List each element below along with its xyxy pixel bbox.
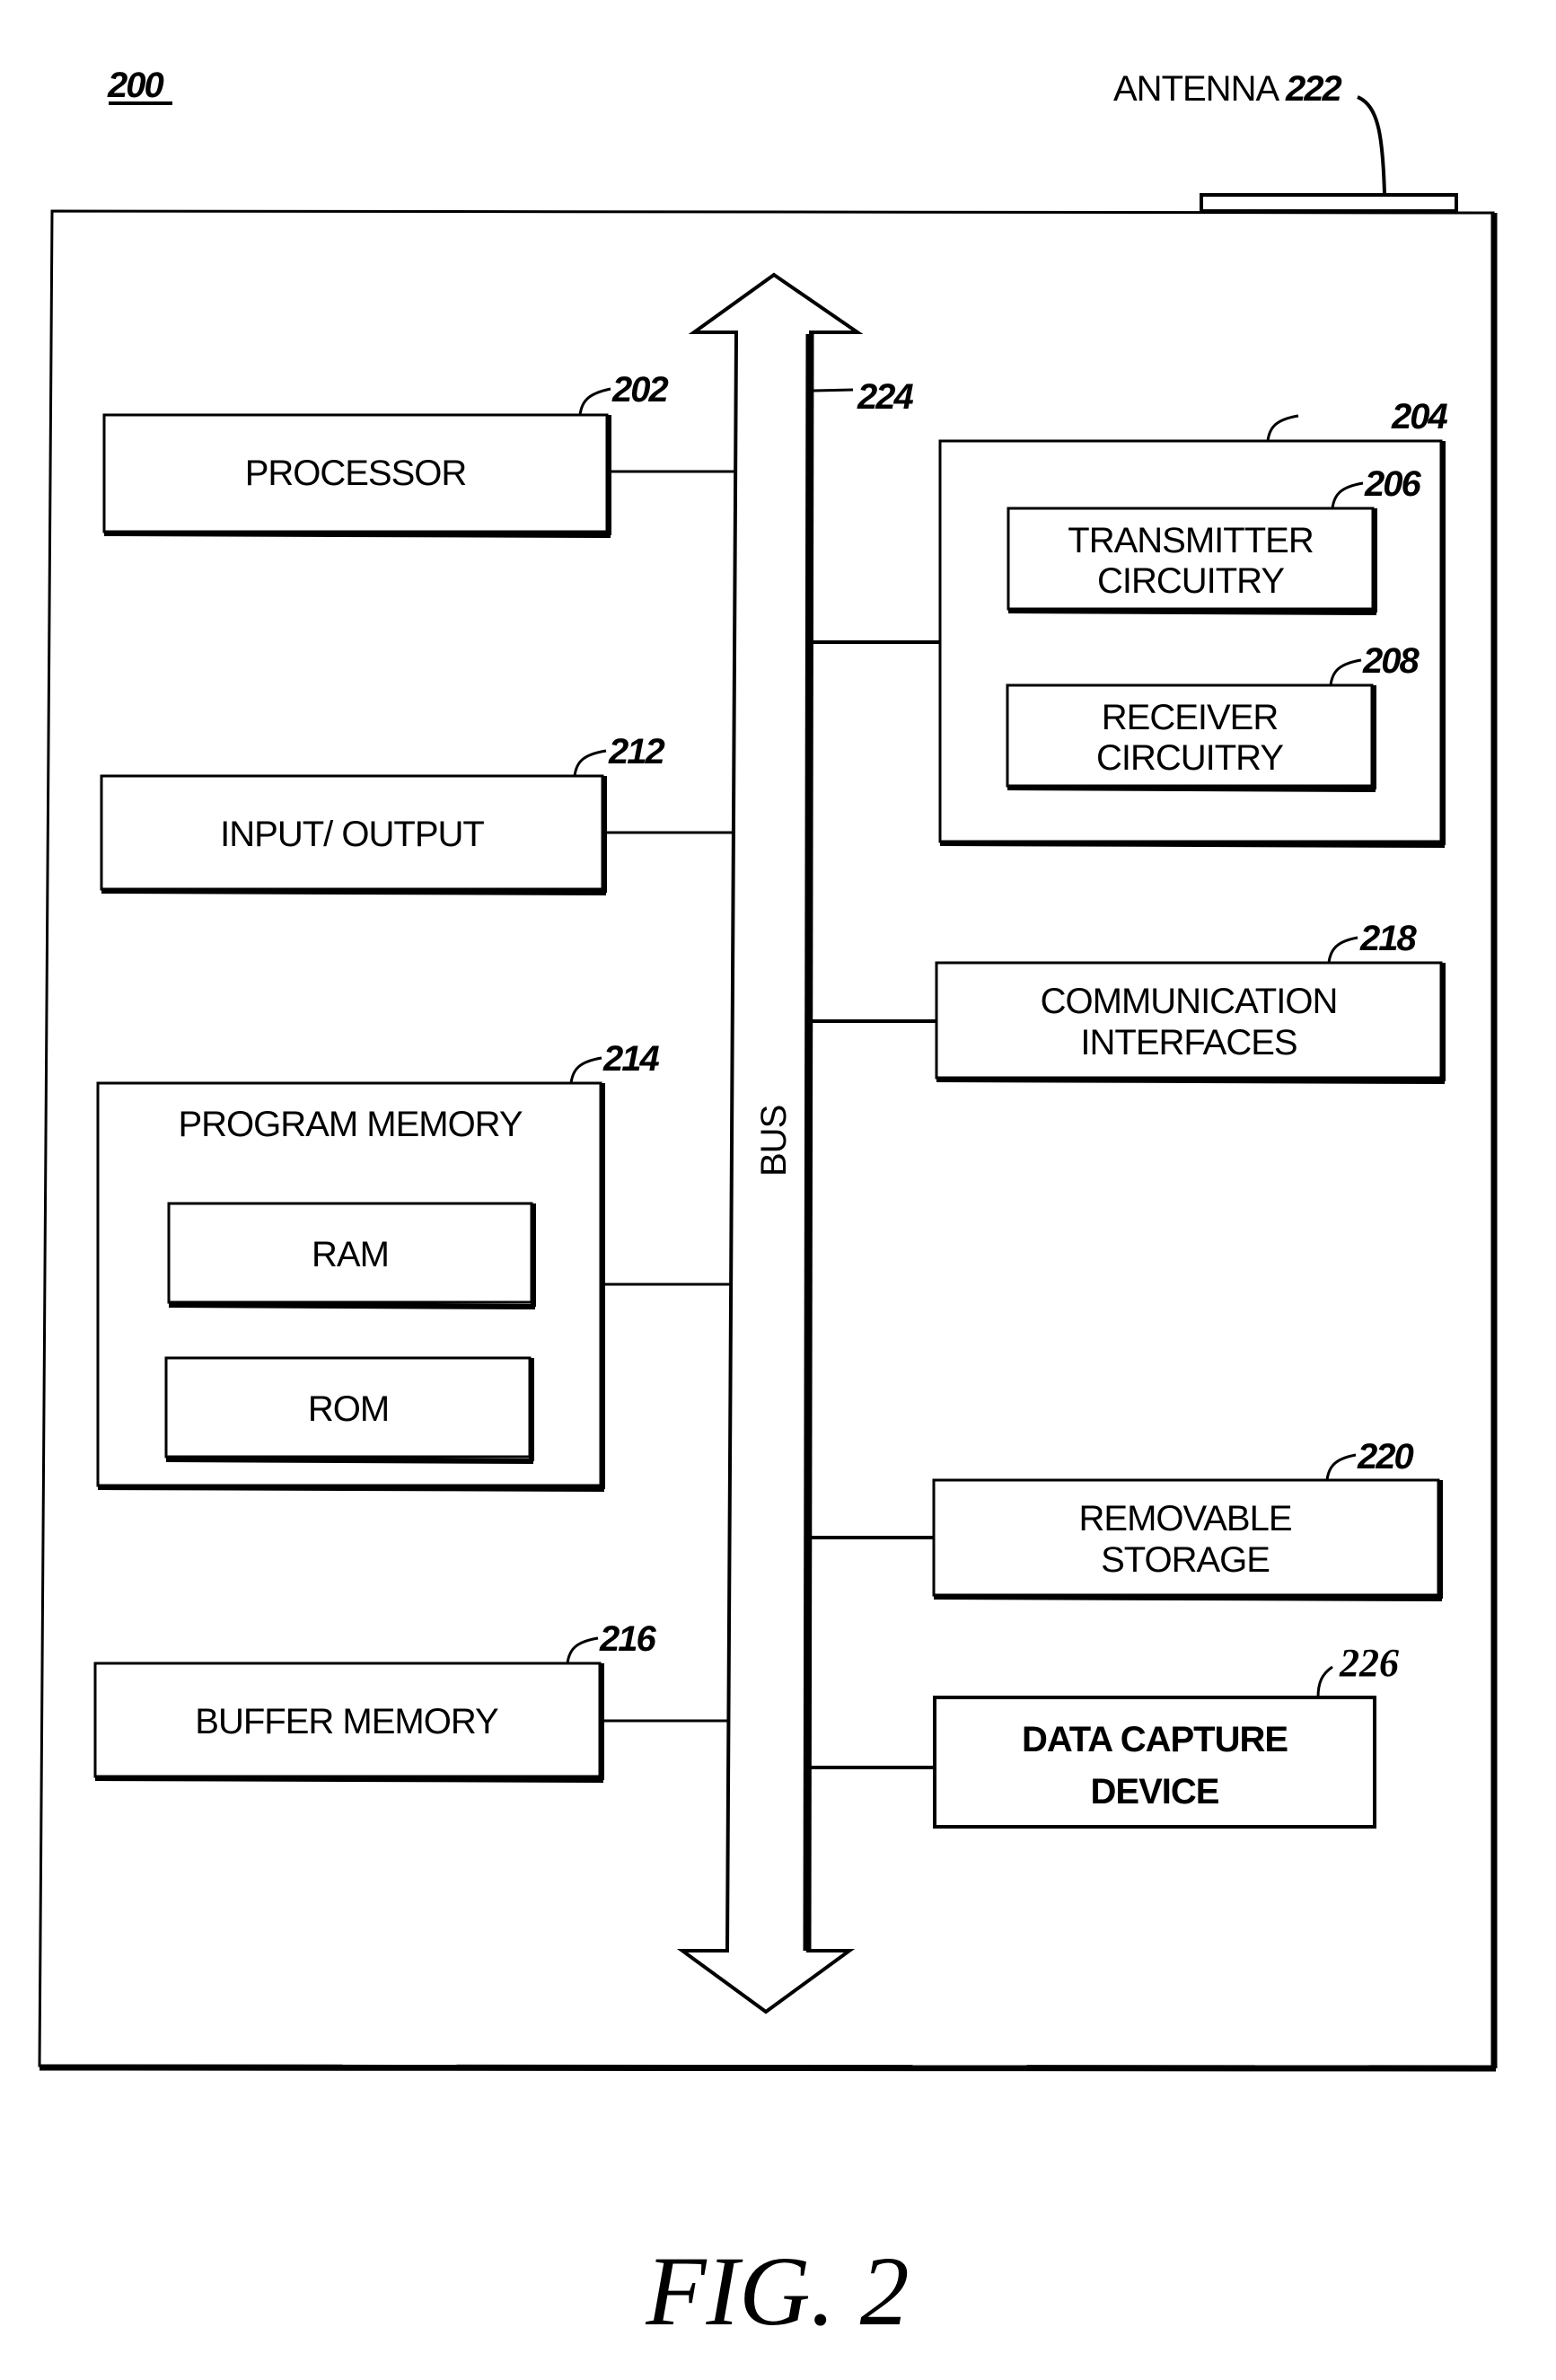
processor-block: PROCESSOR 202 bbox=[102, 370, 736, 538]
transceiver-leader bbox=[1266, 414, 1299, 442]
receiver-ref: 208 bbox=[1362, 641, 1420, 681]
receiver-label-line1: RECEIVER bbox=[1102, 698, 1279, 737]
bus-ref-callout: 224 bbox=[813, 377, 915, 417]
antenna-label: ANTENNA bbox=[1113, 69, 1279, 109]
input-output-leader bbox=[573, 749, 607, 777]
receiver-label-line2: CIRCUITRY bbox=[1096, 738, 1283, 778]
ram-label: RAM bbox=[312, 1235, 389, 1274]
data-capture-device-block: DATA CAPTURE DEVICE 226 bbox=[808, 1641, 1399, 1829]
program-memory-leader bbox=[569, 1056, 602, 1084]
data-capture-device-ref: 226 bbox=[1339, 1641, 1399, 1685]
program-memory-label: PROGRAM MEMORY bbox=[178, 1105, 522, 1144]
data-capture-device-leader bbox=[1316, 1665, 1333, 1698]
bus-arrow: BUS bbox=[676, 272, 864, 2014]
antenna-element bbox=[1200, 193, 1458, 213]
transceiver-block: 204 TRANSMITTER CIRCUITRY 206 RECEIVER C… bbox=[811, 397, 1449, 848]
input-output-block: INPUT/ OUTPUT 212 bbox=[100, 732, 734, 895]
ram-block: RAM bbox=[167, 1202, 536, 1309]
antenna-callout: ANTENNA 222 bbox=[1113, 69, 1386, 195]
buffer-memory-label: BUFFER MEMORY bbox=[195, 1702, 498, 1741]
input-output-ref: 212 bbox=[608, 732, 664, 771]
data-capture-device-label-line2: DEVICE bbox=[1091, 1772, 1219, 1811]
processor-ref: 202 bbox=[611, 370, 668, 410]
transmitter-label-line1: TRANSMITTER bbox=[1068, 521, 1314, 560]
removable-storage-label-line1: REMOVABLE bbox=[1079, 1499, 1292, 1538]
communication-interfaces-leader bbox=[1327, 936, 1358, 964]
figure-number-text: 200 bbox=[107, 66, 163, 105]
transmitter-label-line2: CIRCUITRY bbox=[1097, 561, 1284, 601]
figure-caption: FIG. 2 bbox=[645, 2236, 909, 2346]
communication-interfaces-label-line2: INTERFACES bbox=[1080, 1023, 1297, 1062]
removable-storage-label-line2: STORAGE bbox=[1101, 1540, 1270, 1580]
figure-number: 200 bbox=[107, 66, 172, 105]
bus-label: BUS bbox=[754, 1106, 794, 1177]
bus-shaft-edge bbox=[803, 333, 814, 1952]
rom-block: ROM bbox=[164, 1356, 534, 1464]
removable-storage-leader bbox=[1325, 1453, 1357, 1481]
buffer-memory-ref: 216 bbox=[599, 1619, 656, 1659]
antenna-leader-line bbox=[1357, 95, 1386, 195]
processor-label: PROCESSOR bbox=[245, 454, 467, 493]
buffer-memory-block: BUFFER MEMORY 216 bbox=[93, 1619, 729, 1783]
communication-interfaces-ref: 218 bbox=[1359, 919, 1417, 958]
transmitter-ref: 206 bbox=[1364, 464, 1421, 504]
program-memory-block: PROGRAM MEMORY 214 RAM ROM bbox=[96, 1039, 732, 1492]
buffer-memory-leader bbox=[566, 1636, 599, 1664]
communication-interfaces-block: COMMUNICATION INTERFACES 218 bbox=[810, 919, 1446, 1084]
processor-leader bbox=[578, 387, 611, 416]
transceiver-ref: 204 bbox=[1391, 397, 1447, 436]
block-diagram: 200 ANTENNA 222 BUS 224 PROCESSOR 202 IN… bbox=[38, 66, 1498, 2346]
data-capture-device-label-line1: DATA CAPTURE bbox=[1022, 1720, 1288, 1759]
program-memory-ref: 214 bbox=[602, 1039, 659, 1079]
antenna-ref: 222 bbox=[1285, 69, 1341, 109]
communication-interfaces-label-line1: COMMUNICATION bbox=[1041, 982, 1338, 1021]
removable-storage-block: REMOVABLE STORAGE 220 bbox=[809, 1437, 1443, 1601]
input-output-label: INPUT/ OUTPUT bbox=[220, 815, 484, 854]
removable-storage-ref: 220 bbox=[1357, 1437, 1413, 1476]
bus-ref: 224 bbox=[857, 377, 913, 417]
rom-label: ROM bbox=[308, 1389, 389, 1429]
